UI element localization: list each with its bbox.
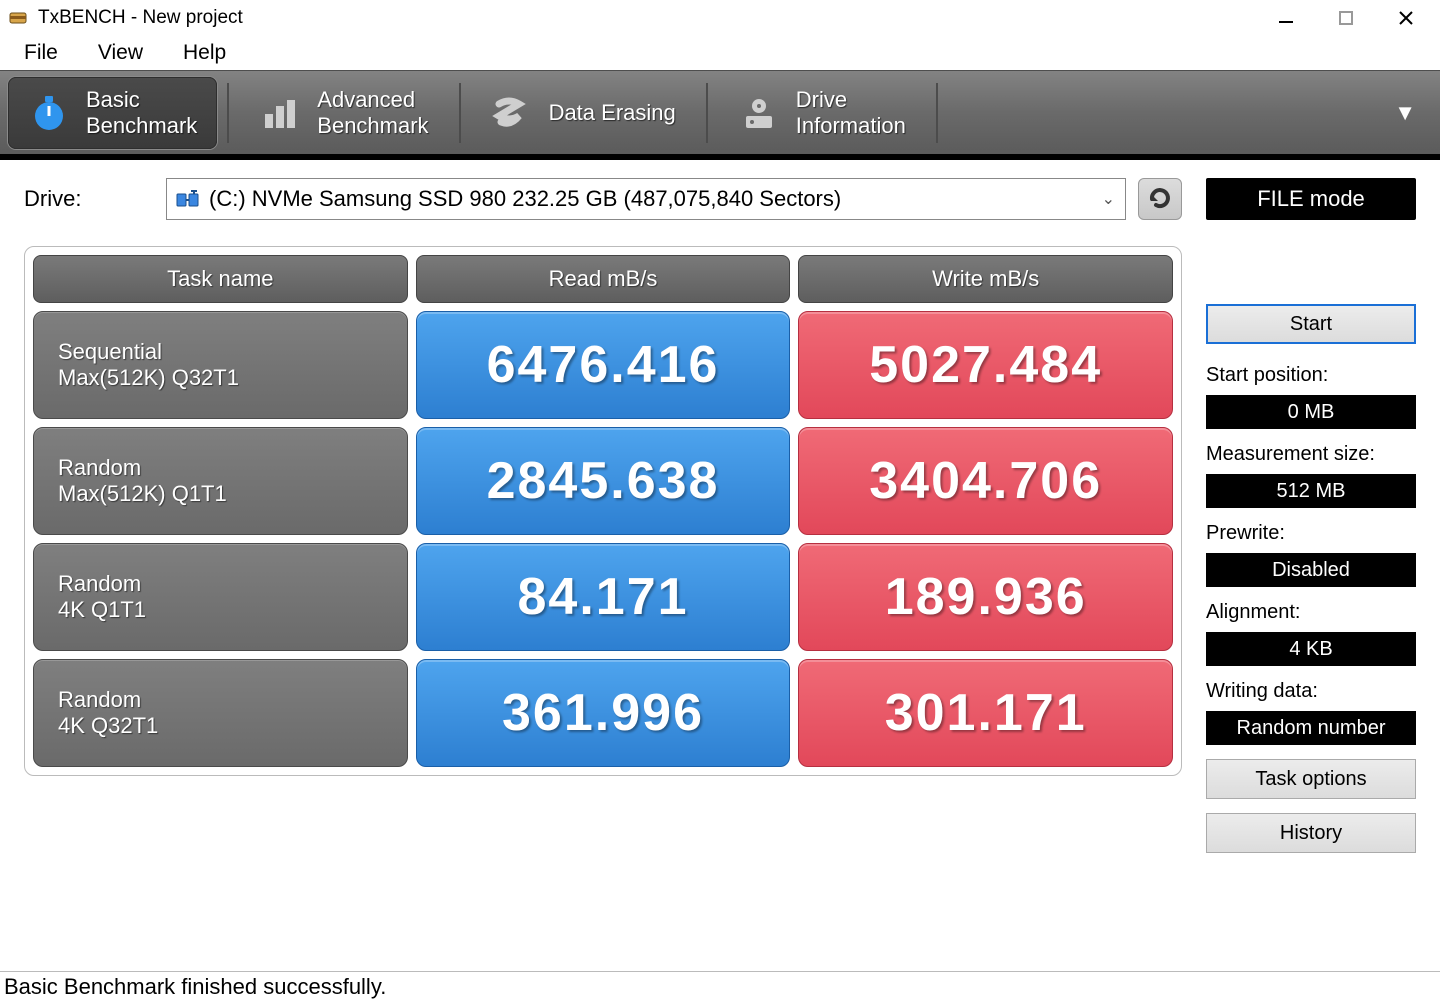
menu-bar: File View Help (0, 36, 1440, 70)
drive-select[interactable]: (C:) NVMe Samsung SSD 980 232.25 GB (487… (166, 178, 1126, 220)
task-line2: Max(512K) Q1T1 (58, 481, 383, 507)
sidebar: FILE mode Start Start position: 0 MB Mea… (1206, 178, 1416, 963)
close-button[interactable] (1376, 0, 1436, 36)
tab-label: Drive (796, 87, 906, 112)
writing-data-value[interactable]: Random number (1206, 711, 1416, 745)
read-value: 6476.416 (416, 311, 791, 419)
bar-chart-icon (259, 92, 301, 134)
read-value: 84.171 (416, 543, 791, 651)
task-line1: Random (58, 455, 383, 481)
tab-label: Basic (86, 87, 197, 112)
task-line1: Sequential (58, 339, 383, 365)
drive-icon (175, 188, 201, 210)
writing-data-label: Writing data: (1206, 680, 1416, 703)
minimize-button[interactable] (1256, 0, 1316, 36)
task-cell[interactable]: Random 4K Q32T1 (33, 659, 408, 767)
tab-label: Advanced (317, 87, 428, 112)
tab-separator (227, 83, 229, 143)
chevron-down-icon: ⌄ (1102, 189, 1115, 209)
tab-label: Data Erasing (549, 100, 676, 125)
menu-help[interactable]: Help (163, 35, 246, 71)
tab-label: Benchmark (317, 113, 428, 138)
task-line2: Max(512K) Q32T1 (58, 365, 383, 391)
refresh-icon (1146, 185, 1174, 213)
prewrite-value[interactable]: Disabled (1206, 553, 1416, 587)
task-cell[interactable]: Random Max(512K) Q1T1 (33, 427, 408, 535)
history-button[interactable]: History (1206, 813, 1416, 853)
write-value: 301.171 (798, 659, 1173, 767)
benchmark-table: Task name Sequential Max(512K) Q32T1 Ran… (24, 246, 1182, 776)
stopwatch-icon (28, 92, 70, 134)
tab-separator (706, 83, 708, 143)
task-cell[interactable]: Random 4K Q1T1 (33, 543, 408, 651)
read-value: 361.996 (416, 659, 791, 767)
alignment-value[interactable]: 4 KB (1206, 632, 1416, 666)
tab-separator (459, 83, 461, 143)
header-task: Task name (33, 255, 408, 303)
status-bar: Basic Benchmark finished successfully. (0, 971, 1440, 1005)
tab-advanced-benchmark[interactable]: Advanced Benchmark (239, 77, 448, 149)
erase-icon (491, 92, 533, 134)
task-cell[interactable]: Sequential Max(512K) Q32T1 (33, 311, 408, 419)
drive-value: (C:) NVMe Samsung SSD 980 232.25 GB (487… (209, 186, 841, 212)
tab-separator (936, 83, 938, 143)
start-button[interactable]: Start (1206, 304, 1416, 344)
measurement-size-value[interactable]: 512 MB (1206, 474, 1416, 508)
task-line1: Random (58, 687, 383, 713)
tab-drive-information[interactable]: Drive Information (718, 77, 926, 149)
tab-data-erasing[interactable]: Data Erasing (471, 77, 696, 149)
prewrite-label: Prewrite: (1206, 522, 1416, 545)
drive-icon (738, 92, 780, 134)
alignment-label: Alignment: (1206, 601, 1416, 624)
tab-label: Benchmark (86, 113, 197, 138)
write-value: 189.936 (798, 543, 1173, 651)
task-line1: Random (58, 571, 383, 597)
header-write: Write mB/s (798, 255, 1173, 303)
maximize-button[interactable] (1316, 0, 1376, 36)
tab-basic-benchmark[interactable]: Basic Benchmark (8, 77, 217, 149)
tab-label: Information (796, 113, 906, 138)
title-bar: TxBENCH - New project (0, 0, 1440, 36)
refresh-button[interactable] (1138, 178, 1182, 220)
file-mode-button[interactable]: FILE mode (1206, 178, 1416, 220)
task-options-button[interactable]: Task options (1206, 759, 1416, 799)
write-value: 5027.484 (798, 311, 1173, 419)
read-value: 2845.638 (416, 427, 791, 535)
drive-label: Drive: (24, 186, 154, 212)
tab-overflow-dropdown[interactable]: ▼ (1378, 100, 1432, 126)
header-read: Read mB/s (416, 255, 791, 303)
start-position-value[interactable]: 0 MB (1206, 395, 1416, 429)
app-icon (8, 8, 28, 28)
task-line2: 4K Q1T1 (58, 597, 383, 623)
start-position-label: Start position: (1206, 364, 1416, 387)
window-title: TxBENCH - New project (38, 7, 243, 29)
task-line2: 4K Q32T1 (58, 713, 383, 739)
menu-file[interactable]: File (4, 35, 78, 71)
tab-bar: Basic Benchmark Advanced Benchmark Data … (0, 70, 1440, 160)
write-value: 3404.706 (798, 427, 1173, 535)
menu-view[interactable]: View (78, 35, 163, 71)
measurement-size-label: Measurement size: (1206, 443, 1416, 466)
